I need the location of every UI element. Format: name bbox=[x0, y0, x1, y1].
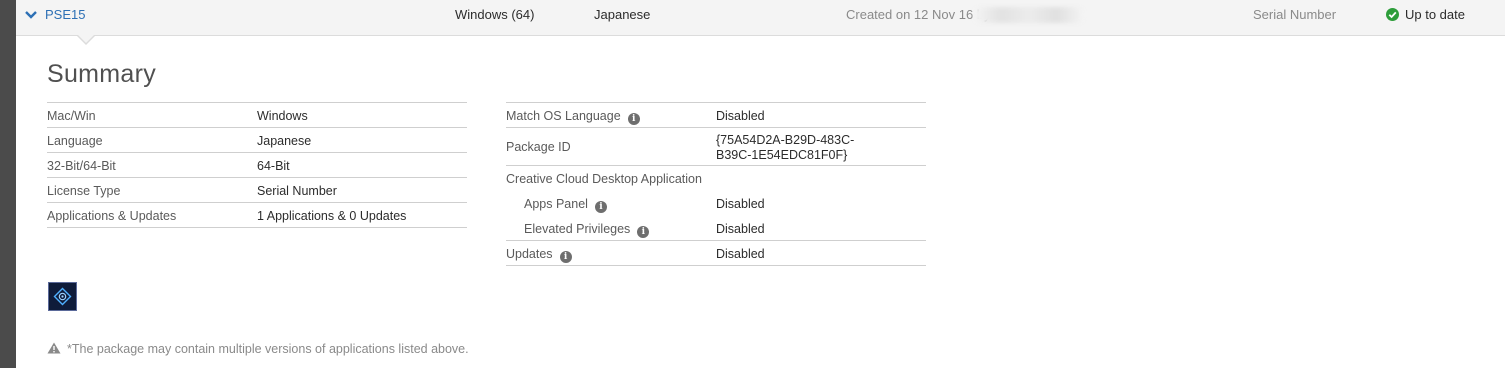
apps-panel-label: Apps Panel bbox=[524, 197, 588, 211]
table-row-match-os-language: Match OS Language i Disabled bbox=[506, 103, 926, 128]
check-circle-icon bbox=[1386, 8, 1399, 22]
row-value: Disabled bbox=[716, 222, 765, 236]
header-os: Windows (64) bbox=[455, 7, 535, 22]
info-icon[interactable]: i bbox=[627, 113, 640, 125]
row-label: 32-Bit/64-Bit bbox=[47, 159, 116, 173]
row-label: Package ID bbox=[506, 140, 571, 154]
table-row: Mac/Win Windows bbox=[47, 103, 467, 128]
table-row-elevated-privileges: Elevated Privileges i Disabled bbox=[506, 216, 926, 241]
table-row-updates: Updates i Disabled bbox=[506, 241, 926, 266]
row-label: Mac/Win bbox=[47, 109, 96, 123]
row-label: Language bbox=[47, 134, 103, 148]
row-value: Windows bbox=[257, 109, 308, 123]
row-value: 1 Applications & 0 Updates bbox=[257, 209, 407, 223]
table-row-apps-panel: Apps Panel i Disabled bbox=[506, 191, 926, 216]
row-label: Elevated Privileges i bbox=[524, 222, 650, 238]
header-created: Created on 12 Nov 16 by bbox=[846, 7, 991, 22]
table-row-package-id: Package ID {75A54D2A-B29D-483C-B39C-1E54… bbox=[506, 128, 926, 166]
left-gutter bbox=[0, 0, 16, 368]
row-value: Disabled bbox=[716, 109, 765, 123]
row-value: Disabled bbox=[716, 197, 765, 211]
row-value: 64-Bit bbox=[257, 159, 290, 173]
footnote-text: *The package may contain multiple versio… bbox=[67, 342, 469, 356]
chevron-down-icon[interactable] bbox=[24, 8, 38, 22]
footnote: *The package may contain multiple versio… bbox=[47, 342, 469, 356]
package-name-link[interactable]: PSE15 bbox=[45, 0, 85, 30]
status-label: Up to date bbox=[1405, 7, 1465, 22]
package-row-header[interactable]: PSE15 Windows (64) Japanese Created on 1… bbox=[16, 0, 1505, 36]
row-label: Creative Cloud Desktop Application bbox=[506, 172, 702, 186]
summary-left-table: Mac/Win Windows Language Japanese 32-Bit… bbox=[47, 102, 467, 228]
updates-label: Updates bbox=[506, 247, 553, 261]
warning-icon bbox=[47, 342, 61, 354]
summary-right-table: Match OS Language i Disabled Package ID {… bbox=[506, 102, 926, 266]
row-label: License Type bbox=[47, 184, 121, 198]
header-language: Japanese bbox=[594, 7, 651, 22]
photoshop-elements-app-icon bbox=[48, 282, 77, 311]
row-label: Match OS Language i bbox=[506, 109, 640, 125]
expand-pointer bbox=[78, 35, 94, 43]
match-os-label: Match OS Language bbox=[506, 109, 621, 123]
package-id-value: {75A54D2A-B29D-483C-B39C-1E54EDC81F0F} bbox=[716, 133, 855, 162]
row-value: Serial Number bbox=[257, 184, 337, 198]
elevated-label: Elevated Privileges bbox=[524, 222, 631, 236]
table-row: Language Japanese bbox=[47, 128, 467, 153]
summary-title: Summary bbox=[47, 60, 157, 88]
table-row: Applications & Updates 1 Applications & … bbox=[47, 203, 467, 228]
redacted-user bbox=[974, 7, 1084, 23]
info-icon[interactable]: i bbox=[594, 201, 607, 213]
row-label: Applications & Updates bbox=[47, 209, 177, 223]
info-icon[interactable]: i bbox=[559, 251, 572, 263]
info-icon[interactable]: i bbox=[637, 226, 650, 238]
row-value: Disabled bbox=[716, 247, 765, 261]
table-row: License Type Serial Number bbox=[47, 178, 467, 203]
row-value: Japanese bbox=[257, 134, 312, 148]
row-label: Apps Panel i bbox=[524, 197, 607, 213]
status-badge: Up to date bbox=[1386, 0, 1465, 30]
header-license: Serial Number bbox=[1253, 7, 1337, 22]
table-row-ccda: Creative Cloud Desktop Application bbox=[506, 166, 926, 191]
table-row: 32-Bit/64-Bit 64-Bit bbox=[47, 153, 467, 178]
row-label: Updates i bbox=[506, 247, 572, 263]
